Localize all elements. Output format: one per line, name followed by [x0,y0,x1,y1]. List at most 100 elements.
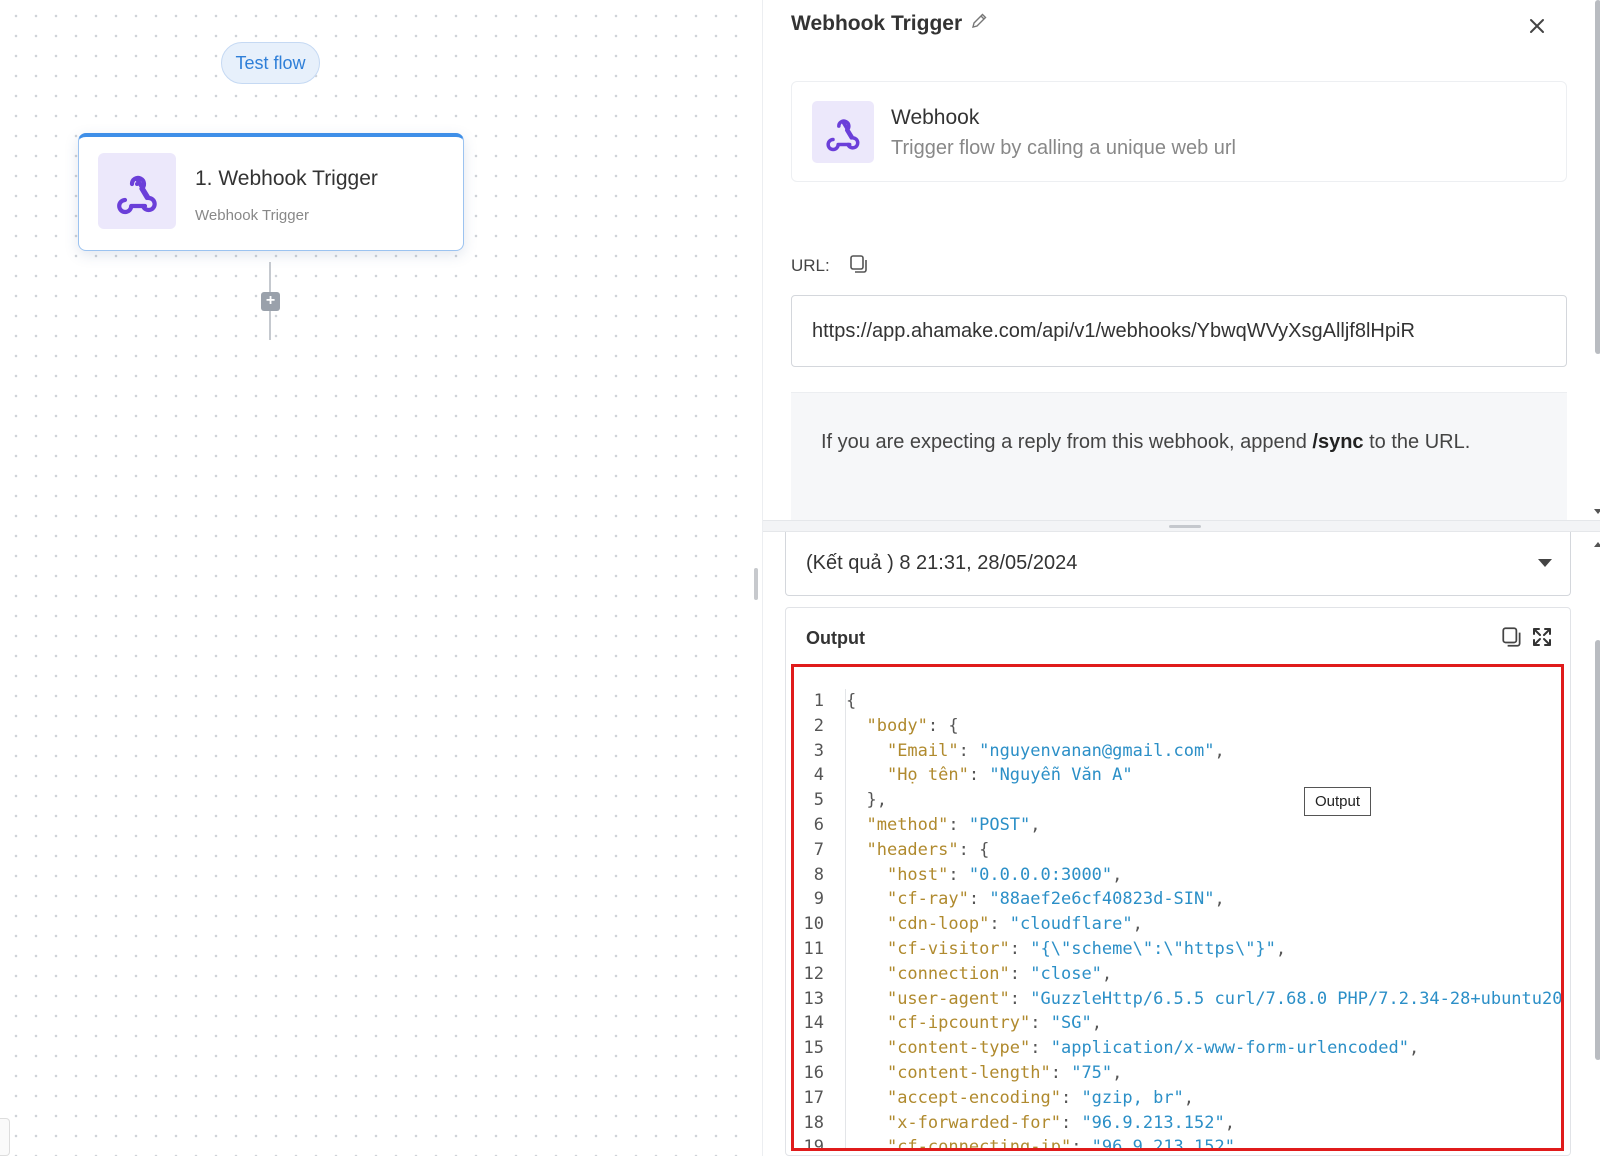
output-heading: Output [806,628,865,648]
upper-scrollbar[interactable] [1595,0,1600,354]
line-text: "content-length": "75", [834,1061,1122,1086]
webhook-icon [812,101,874,163]
line-number: 5 [813,790,824,811]
json-punct: , [1183,1087,1195,1108]
json-key: "x-forwarded-for" [886,1112,1061,1133]
json-punct: : [1071,1137,1092,1151]
json-string: "nguyenvanan@gmail.com" [979,740,1215,761]
json-key: "content-length" [886,1062,1051,1083]
scroll-down-arrow[interactable] [1594,509,1600,514]
json-punct [846,765,887,785]
line-text: "cf-connecting-ip": "96.9.213.152", [834,1135,1246,1151]
line-number: 4 [813,765,824,786]
json-punct: : [989,914,1010,935]
json-punct [846,1013,887,1033]
json-punct [846,1137,887,1148]
json-string: "75" [1071,1062,1113,1083]
json-key: "host" [886,864,949,885]
line-number: 3 [813,740,824,761]
json-string: "gzip, br" [1081,1087,1184,1108]
line-number: 15 [803,1038,824,1059]
json-key: "headers" [866,839,959,860]
copy-output-button[interactable] [1500,625,1524,649]
split-divider[interactable] [763,520,1600,532]
sync-info-note: If you are expecting a reply from this w… [791,392,1567,520]
copy-url-button[interactable] [848,253,870,275]
test-run-select[interactable]: (Kết quả ) 8 21:31, 28/05/2024 [785,532,1571,596]
code-line: 17 "accept-encoding": "gzip, br", [794,1086,1561,1111]
json-punct: , [1214,889,1225,910]
line-text: "Email": "nguyenvanan@gmail.com", [834,739,1225,764]
json-key: "body" [866,715,928,736]
json-punct: : [1050,1062,1072,1083]
code-line: 19 "cf-connecting-ip": "96.9.213.152", [794,1135,1561,1151]
json-key: "cf-visitor" [886,938,1010,959]
json-punct: : [1009,938,1031,959]
json-string: "POST" [968,814,1031,835]
line-text: "body": { [834,714,958,739]
json-key: "Email" [886,740,959,761]
json-punct: , [1234,1137,1246,1151]
json-punct: : [968,765,990,786]
json-string: "SG" [1050,1013,1092,1034]
expand-output-button[interactable] [1530,625,1554,649]
json-key: "cf-ray" [886,889,969,910]
pencil-icon[interactable] [970,12,988,36]
line-text: "host": "0.0.0.0:3000", [834,863,1122,888]
json-string: "0.0.0.0:3000" [968,864,1113,885]
json-string: "88aef2e6cf40823d-SIN" [989,889,1215,910]
line-text: "cf-ray": "88aef2e6cf40823d-SIN", [834,887,1225,912]
json-punct: : [1009,963,1031,984]
scroll-up-arrow[interactable] [1594,542,1600,547]
panel-resize-handle[interactable] [754,568,758,600]
close-panel-button[interactable] [1523,12,1551,40]
code-line: 11 "cf-visitor": "{\"scheme\":\"https\"}… [794,937,1561,962]
add-step-button[interactable]: + [261,292,280,311]
output-tooltip: Output [1304,787,1372,816]
json-punct: : [1060,1112,1082,1133]
json-key: "cf-connecting-ip" [886,1137,1072,1151]
line-text: "x-forwarded-for": "96.9.213.152", [834,1111,1235,1136]
json-punct [846,1038,887,1058]
json-key: "cdn-loop" [886,914,990,935]
webhook-url-field[interactable]: https://app.ahamake.com/api/v1/webhooks/… [791,295,1567,367]
line-number: 2 [813,715,824,736]
copy-icon [1502,627,1521,647]
line-number: 19 [803,1137,824,1151]
json-string: "close" [1030,963,1102,984]
code-line: 13 "user-agent": "GuzzleHttp/6.5.5 curl/… [794,987,1561,1012]
json-string: "Nguyễn Văn A" [989,765,1133,786]
json-key: "user-agent" [886,988,1010,1009]
json-punct: , [1132,914,1143,935]
output-code-viewer[interactable]: 1{2 "body": {3 "Email": "nguyenvanan@gma… [791,664,1564,1151]
line-text: }, [834,788,886,813]
json-punct [846,1113,887,1133]
lower-scrollbar[interactable] [1595,640,1600,1060]
code-line: 16 "content-length": "75", [794,1061,1561,1086]
json-punct: , [1112,1062,1123,1083]
line-number: 11 [803,938,824,959]
trigger-type-card[interactable]: Webhook Trigger flow by calling a unique… [791,81,1567,182]
code-line: 2 "body": { [794,714,1561,739]
json-punct [846,889,887,909]
line-text: "cdn-loop": "cloudflare", [834,912,1143,937]
code-line: 7 "headers": { [794,838,1561,863]
json-punct: : [948,814,969,835]
line-number: 14 [803,1013,824,1034]
webhook-trigger-node[interactable]: 1. Webhook Trigger Webhook Trigger [78,133,464,251]
test-flow-button[interactable]: Test flow [221,42,320,84]
json-string: "application/x-www-form-urlencoded" [1050,1038,1409,1059]
line-text: "cf-visitor": "{\"scheme\":\"https\"}", [834,937,1286,962]
divider-handle[interactable] [1169,525,1201,528]
json-punct [846,1088,887,1108]
flow-canvas[interactable]: Test flow 1. Webhook Trigger Webhook Tri… [0,0,752,1156]
trigger-name: Webhook [891,106,980,129]
code-line: 8 "host": "0.0.0.0:3000", [794,863,1561,888]
json-punct: : [968,889,990,910]
line-text: "accept-encoding": "gzip, br", [834,1086,1194,1111]
plus-icon: + [265,292,276,309]
info-text-suffix: to the URL. [1363,431,1471,453]
panel-header: Webhook Trigger [791,12,988,36]
code-line: 3 "Email": "nguyenvanan@gmail.com", [794,739,1561,764]
webhook-icon [98,153,176,229]
